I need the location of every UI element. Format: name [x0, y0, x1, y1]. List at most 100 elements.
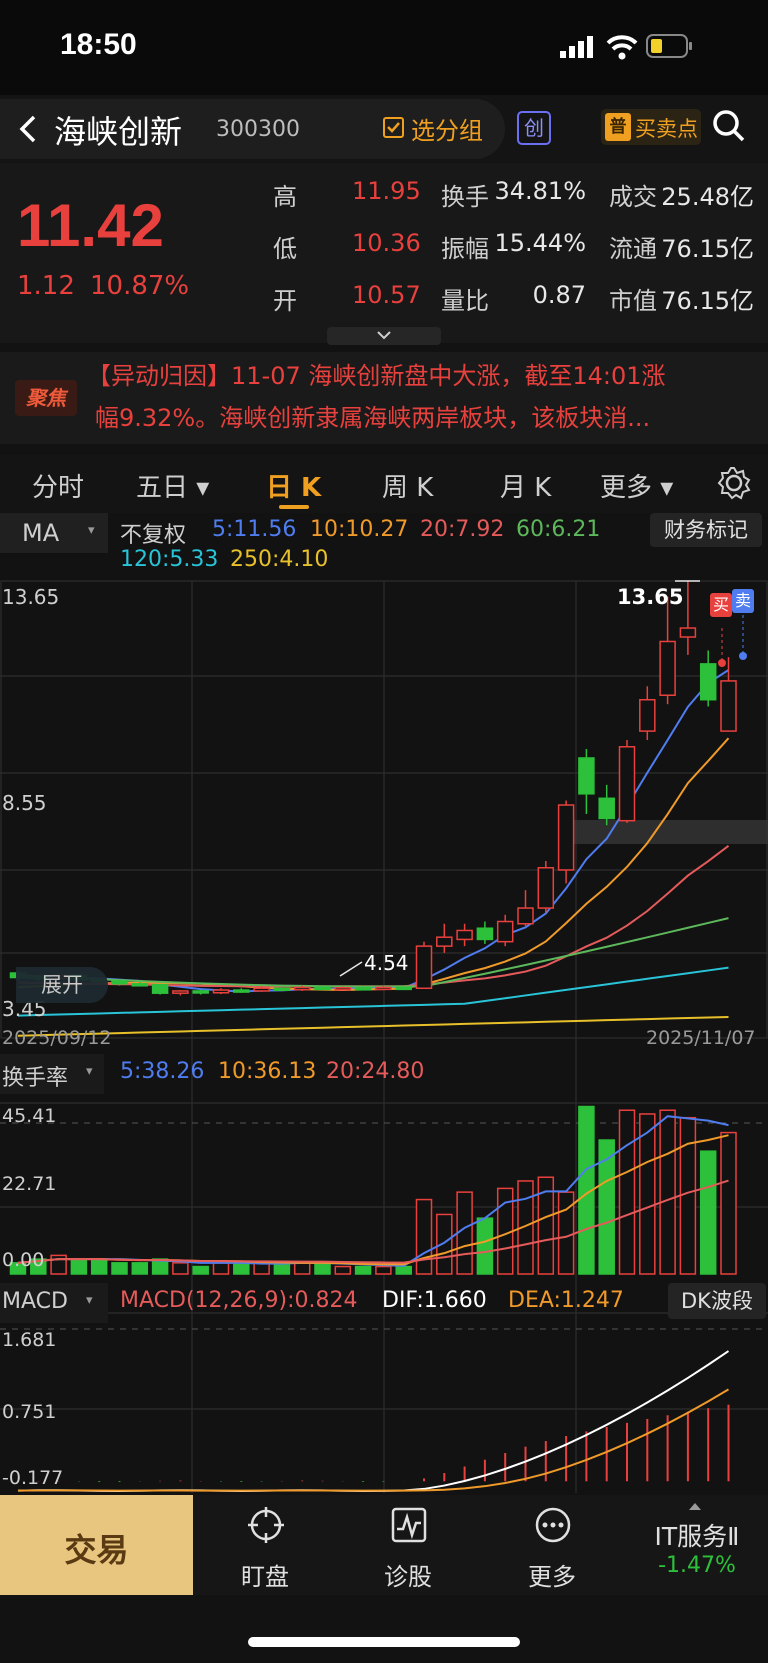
sell-marker-dot: [739, 652, 747, 660]
trade-label: 交易: [64, 1531, 129, 1569]
candle-body: [618, 746, 636, 822]
expand-quote-toggle[interactable]: [327, 327, 441, 345]
candle-body: [415, 945, 433, 990]
dea-line: [17, 1388, 730, 1492]
tab-intraday[interactable]: 分时: [32, 467, 84, 504]
turnover-y-max: 45.41: [2, 1105, 57, 1127]
date-start: 2025/09/12: [2, 1027, 112, 1049]
macd-y-min: -0.177: [2, 1467, 64, 1489]
turnover-bar: [699, 1150, 717, 1275]
quote-label: 振幅: [441, 235, 489, 263]
macd-y-mid: 0.751: [2, 1401, 57, 1423]
turnover-y-min: 0.00: [2, 1249, 45, 1271]
trade-button[interactable]: 交易: [0, 1495, 193, 1595]
buy-sell-point-button[interactable]: 普 买卖点: [601, 109, 701, 145]
turnover-bar: [111, 1262, 128, 1275]
candle-body: [354, 987, 372, 991]
candle-body: [436, 936, 453, 947]
news-banner[interactable]: 聚焦 【异动归因】11-07 海峡创新盘中大涨，截至14:01涨 幅9.32%。…: [0, 352, 768, 444]
quote-row: 开 10.57 量比 0.87 市值 76.15亿: [0, 281, 768, 321]
chevron-down-icon: [377, 331, 391, 340]
low-note: 4.54: [364, 951, 409, 975]
expand-button[interactable]: 展开: [16, 967, 108, 1003]
chinext-badge: 创: [517, 111, 551, 145]
candle-body: [679, 627, 697, 638]
turnover-bar: [233, 1262, 250, 1275]
dk-band-button[interactable]: DK波段: [668, 1283, 766, 1319]
candle-body: [192, 990, 209, 994]
quote-value: 11.95: [352, 177, 421, 205]
quote-value: 10.57: [352, 281, 421, 309]
quote-value: 34.81%: [494, 177, 586, 205]
macd-selector-label: MACD: [2, 1289, 68, 1314]
chart-pulse-icon: [391, 1507, 427, 1543]
tab-monthly-k[interactable]: 月 K: [500, 467, 551, 504]
turnover-bar: [375, 1265, 392, 1275]
turnover-bar: [456, 1191, 473, 1275]
tab-more[interactable]: 更多 ▾: [600, 467, 673, 504]
nav-watch-label: 盯盘: [241, 1563, 289, 1591]
tab-weekly-k[interactable]: 周 K: [382, 467, 433, 504]
macd-value: MACD(12,26,9):0.824: [120, 1288, 358, 1313]
candle-body: [659, 640, 676, 696]
buy-sell-label: 买卖点: [635, 117, 698, 141]
search-icon[interactable]: [712, 109, 746, 143]
candle-body: [172, 990, 189, 994]
turnover-bar: [415, 1198, 433, 1275]
buy-marker-dot: [718, 659, 726, 667]
quote-label: 市值: [609, 287, 657, 315]
nav-diagnose[interactable]: 诊股: [338, 1495, 478, 1595]
quote-label: 换手: [441, 183, 489, 211]
quote-panel: 11.42 1.12 10.87% 高 11.95 换手 34.81% 成交 2…: [0, 163, 768, 345]
candlesticks: [9, 581, 737, 996]
buy-tag[interactable]: 买: [710, 593, 732, 617]
turnover-bar: [334, 1265, 352, 1275]
turnover-ma5: 5:38.26: [120, 1059, 205, 1084]
nav-more[interactable]: 更多: [482, 1495, 622, 1595]
crosshair-icon: [248, 1507, 284, 1543]
quote-row: 高 11.95 换手 34.81% 成交 25.48亿: [0, 177, 768, 217]
stock-name: 海峡创新: [54, 113, 183, 151]
candle-body: [131, 983, 149, 987]
candle-body: [334, 987, 352, 991]
candle-body: [233, 989, 250, 993]
turnover-bar: [172, 1262, 189, 1275]
turnover-bar: [314, 1262, 331, 1275]
candle-body: [212, 989, 230, 994]
tab-daily-k[interactable]: 日 K: [266, 467, 321, 504]
turnover-bar: [212, 1262, 230, 1275]
quote-value: 15.44%: [494, 229, 586, 257]
settings-gear-icon[interactable]: [716, 465, 752, 501]
nav-watch[interactable]: 盯盘: [195, 1495, 335, 1595]
dea-value: DEA:1.247: [508, 1288, 624, 1313]
candle-body: [253, 987, 270, 992]
kline-y-max: 13.65: [2, 585, 60, 609]
turnover-y-mid: 22.71: [2, 1173, 57, 1195]
quote-label: 流通: [609, 235, 657, 263]
candle-body: [699, 663, 717, 701]
sell-tag[interactable]: 卖: [732, 589, 754, 613]
nav-more-label: 更多: [528, 1563, 576, 1591]
more-dots-icon: [535, 1507, 571, 1543]
turnover-ma20: 20:24.80: [326, 1059, 425, 1084]
turnover-bar: [720, 1131, 737, 1275]
stock-code: 300300: [216, 117, 300, 142]
quote-value: 25.48亿: [661, 183, 754, 211]
turnover-selector[interactable]: 换手率 ▾: [0, 1054, 104, 1094]
chevron-up-icon: [689, 1503, 701, 1510]
clock: 18:50: [60, 28, 137, 61]
status-bar: 18:50: [0, 0, 768, 95]
battery-icon: [646, 34, 692, 58]
macd-selector[interactable]: MACD ▾: [0, 1283, 108, 1323]
sector-indicator[interactable]: IT服务Ⅱ -1.47%: [626, 1495, 768, 1595]
sector-change: -1.47%: [658, 1553, 736, 1578]
back-arrow-icon[interactable]: [18, 115, 38, 143]
turnover-bar: [476, 1217, 494, 1275]
tab-five-day[interactable]: 五日 ▾: [136, 467, 209, 504]
dropdown-icon: ▾: [86, 1064, 93, 1079]
quote-label: 开: [273, 287, 297, 315]
kline-chart-area: MA ▾ 不复权 5:11.56 10:10.27 20:7.92 60:6.2…: [0, 513, 768, 1493]
candle-body: [476, 927, 494, 941]
candle-body: [273, 987, 291, 992]
news-line-1: 【异动归因】11-07 海峡创新盘中大涨，截至14:01涨: [87, 362, 666, 390]
